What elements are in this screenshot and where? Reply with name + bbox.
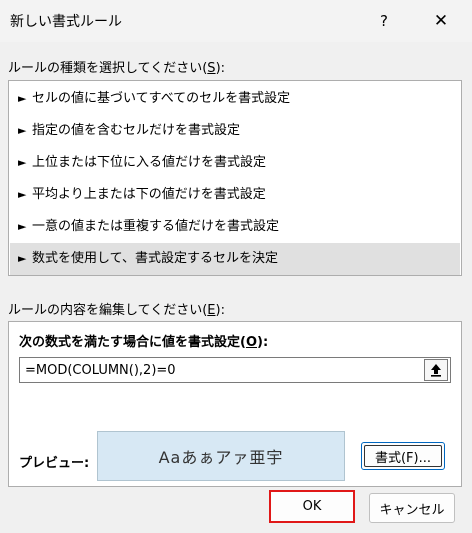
preview-sample: Aaあぁアァ亜宇 bbox=[97, 431, 345, 481]
rule-type-label-end: ): bbox=[215, 61, 226, 76]
preview-label: プレビュー: bbox=[19, 456, 90, 471]
rule-type-item[interactable]: ► 指定の値を含むセルだけを書式設定 bbox=[10, 115, 460, 147]
formula-label-text: 次の数式を満たす場合に値を書式設定( bbox=[19, 335, 246, 350]
rule-type-item-selected[interactable]: ► 数式を使用して、書式設定するセルを決定 bbox=[10, 243, 460, 275]
collapse-dialog-button[interactable] bbox=[424, 359, 448, 381]
rule-type-item[interactable]: ► 上位または下位に入る値だけを書式設定 bbox=[10, 147, 460, 179]
rule-edit-panel: 次の数式を満たす場合に値を書式設定(O): プレビュー: Aaあぁアァ亜宇 書式… bbox=[8, 321, 462, 487]
formula-input[interactable] bbox=[19, 357, 451, 383]
rule-type-item-label: 平均より上または下の値だけを書式設定 bbox=[32, 187, 266, 202]
dialog-title: 新しい書式ルール bbox=[10, 14, 122, 30]
rule-type-item-label: 上位または下位に入る値だけを書式設定 bbox=[32, 155, 267, 170]
close-button[interactable]: ✕ bbox=[426, 8, 456, 34]
cancel-button[interactable]: キャンセル bbox=[369, 493, 455, 523]
arrow-icon: ► bbox=[18, 92, 27, 105]
rule-type-label-key: S bbox=[207, 61, 216, 76]
help-button[interactable]: ? bbox=[370, 8, 398, 34]
rule-type-item-label: 指定の値を含むセルだけを書式設定 bbox=[32, 123, 241, 138]
rule-type-item-label: セルの値に基づいてすべてのセルを書式設定 bbox=[32, 91, 291, 106]
upload-arrow-icon bbox=[431, 364, 441, 377]
rule-edit-label: ルールの内容を編集してください(E): bbox=[8, 299, 225, 318]
rule-edit-label-end: ): bbox=[215, 303, 225, 318]
formula-label-key: O bbox=[245, 335, 258, 350]
arrow-icon: ► bbox=[18, 156, 27, 169]
rule-type-item[interactable]: ► セルの値に基づいてすべてのセルを書式設定 bbox=[10, 83, 460, 115]
ok-button[interactable]: OK bbox=[269, 490, 355, 523]
rule-type-item[interactable]: ► 一意の値または重複する値だけを書式設定 bbox=[10, 211, 460, 243]
arrow-icon: ► bbox=[18, 188, 27, 201]
title-bar: 新しい書式ルール ? ✕ bbox=[0, 0, 472, 42]
rule-edit-label-key: E bbox=[207, 303, 216, 318]
arrow-icon: ► bbox=[18, 124, 27, 137]
formula-label-end: ): bbox=[257, 335, 269, 350]
rule-type-label: ルールの種類を選択してください(S): bbox=[8, 57, 225, 76]
format-button[interactable]: 書式(F)... bbox=[361, 442, 445, 470]
rule-type-list[interactable]: ► セルの値に基づいてすべてのセルを書式設定 ► 指定の値を含むセルだけを書式設定 … bbox=[8, 80, 462, 276]
rule-type-item[interactable]: ► 平均より上または下の値だけを書式設定 bbox=[10, 179, 460, 211]
rule-type-label-text: ルールの種類を選択してください( bbox=[8, 61, 208, 76]
formula-label: 次の数式を満たす場合に値を書式設定(O): bbox=[19, 331, 268, 350]
rule-edit-label-text: ルールの内容を編集してください( bbox=[8, 303, 208, 318]
rule-type-item-label: 数式を使用して、書式設定するセルを決定 bbox=[32, 251, 278, 266]
rule-type-item-label: 一意の値または重複する値だけを書式設定 bbox=[32, 219, 280, 234]
arrow-icon: ► bbox=[18, 220, 27, 233]
arrow-icon: ► bbox=[18, 252, 27, 265]
